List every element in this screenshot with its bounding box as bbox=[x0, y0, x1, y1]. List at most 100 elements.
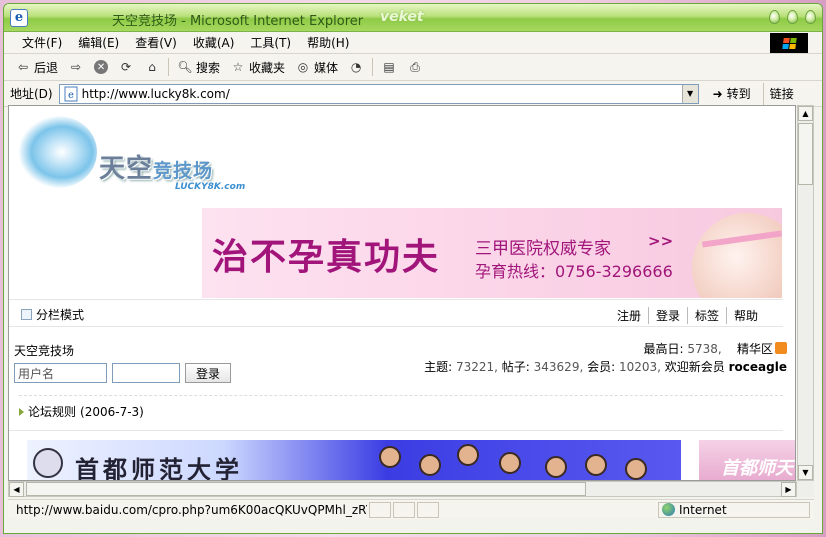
forum-stats: 最高日: 5738, 精华区 主题: 73221, 帖子: 343629, 会员… bbox=[424, 340, 787, 376]
nav-tags-link[interactable]: 标签 bbox=[686, 307, 726, 324]
home-icon: ⌂ bbox=[148, 60, 156, 74]
address-label: 地址(D) bbox=[10, 87, 53, 101]
print-button[interactable]: ⎙ bbox=[402, 56, 428, 78]
search-icon: 🔍︎ bbox=[177, 60, 193, 74]
maximize-button[interactable] bbox=[787, 10, 798, 24]
media-button[interactable]: ◎ 媒体 bbox=[290, 56, 343, 78]
rules-date: (2006-7-3) bbox=[80, 404, 144, 419]
ie-logo-icon[interactable]: e bbox=[10, 8, 28, 27]
menu-edit[interactable]: 编辑(E) bbox=[70, 34, 127, 51]
zone-label: Internet bbox=[679, 502, 727, 517]
status-cell bbox=[369, 501, 391, 518]
address-url: http://www.lucky8k.com/ bbox=[81, 86, 230, 101]
members-value: 10203, bbox=[618, 360, 661, 374]
university-name: 首都师范大学 bbox=[75, 455, 243, 481]
back-label: 后退 bbox=[34, 60, 59, 75]
new-member-link[interactable]: roceagle bbox=[729, 360, 787, 374]
scroll-left-icon[interactable]: ◀ bbox=[9, 482, 24, 497]
digest-link[interactable]: 精华区 bbox=[737, 342, 773, 356]
forward-button[interactable]: ⇨ bbox=[63, 56, 89, 78]
horizontal-scrollbar[interactable]: ◀ ▶ bbox=[8, 481, 797, 497]
split-mode-label: 分栏模式 bbox=[36, 308, 85, 322]
password-input[interactable] bbox=[112, 363, 180, 383]
max-day-label: 最高日: bbox=[643, 342, 684, 356]
login-area: 天空竞技场 登录 bbox=[14, 342, 232, 383]
banner-line1: 三甲医院权威专家 bbox=[475, 239, 611, 259]
favorites-icon: ☆ bbox=[232, 60, 244, 74]
menu-help[interactable]: 帮助(H) bbox=[299, 34, 357, 51]
site-logo[interactable]: 天空竞技场 LUCKY8K.com bbox=[19, 116, 269, 196]
members-label: 会员: bbox=[587, 360, 616, 374]
menu-file[interactable]: 文件(F) bbox=[14, 34, 70, 51]
status-bar: ! http://www.baidu.com/cpro.php?um6K00ac… bbox=[8, 499, 814, 519]
divider bbox=[19, 395, 783, 396]
address-dropdown-icon[interactable]: ▼ bbox=[681, 84, 698, 103]
home-button[interactable]: ⌂ bbox=[139, 56, 165, 78]
toolbar-separator bbox=[372, 58, 374, 76]
nav-login-link[interactable]: 登录 bbox=[647, 307, 687, 324]
status-cell bbox=[417, 501, 439, 518]
divider bbox=[9, 430, 783, 431]
stop-button[interactable]: ✕ bbox=[89, 56, 113, 78]
links-label: 链接 bbox=[769, 87, 794, 101]
rss-icon[interactable] bbox=[775, 342, 787, 354]
scroll-up-icon[interactable]: ▲ bbox=[798, 106, 813, 121]
address-input[interactable]: e http://www.lucky8k.com/ ▼ bbox=[58, 83, 699, 104]
go-button[interactable]: ➜ 转到 bbox=[707, 83, 757, 105]
theme-watermark: veket bbox=[380, 9, 424, 25]
internet-globe-icon bbox=[662, 503, 675, 516]
split-mode-toggle[interactable]: 分栏模式 bbox=[21, 306, 84, 323]
search-button[interactable]: 🔍︎ 搜索 bbox=[172, 56, 225, 78]
vertical-scrollbar[interactable]: ▲ ▼ bbox=[797, 105, 814, 481]
links-button[interactable]: 链接 bbox=[762, 82, 794, 105]
stats-line2: 主题: 73221, 帖子: 343629, 会员: 10203, 欢迎新会员 … bbox=[424, 358, 787, 376]
forward-arrow-icon: ⇨ bbox=[70, 60, 82, 74]
media-icon: ◎ bbox=[297, 60, 309, 74]
login-button[interactable]: 登录 bbox=[185, 363, 232, 383]
topics-label: 主题: bbox=[424, 360, 453, 374]
menu-view[interactable]: 查看(V) bbox=[127, 34, 185, 51]
refresh-button[interactable]: ⟳ bbox=[113, 56, 139, 78]
banner-line2: 孕育热线：0756-3296666 bbox=[475, 262, 673, 281]
bullet-triangle-icon bbox=[19, 407, 24, 416]
history-icon: ◔ bbox=[350, 60, 362, 74]
security-zone[interactable]: Internet bbox=[658, 501, 810, 518]
side-promo[interactable]: 首都师天 bbox=[699, 440, 795, 480]
windows-flag-icon bbox=[770, 33, 808, 53]
status-cell bbox=[393, 501, 415, 518]
window-title: 天空竞技场 - Microsoft Internet Explorer bbox=[112, 14, 364, 29]
close-button[interactable] bbox=[805, 10, 816, 24]
minimize-button[interactable] bbox=[769, 10, 780, 24]
rules-link[interactable]: 论坛规则 bbox=[28, 403, 76, 420]
scroll-down-icon[interactable]: ▼ bbox=[798, 465, 813, 480]
menu-favorites[interactable]: 收藏(A) bbox=[185, 34, 243, 51]
horizontal-scroll-thumb[interactable] bbox=[26, 482, 586, 496]
vertical-scroll-thumb[interactable] bbox=[798, 123, 813, 185]
title-bar[interactable]: e 天空竞技场 - Microsoft Internet Explorer ve… bbox=[4, 4, 822, 32]
history-button[interactable]: ◔ bbox=[343, 56, 369, 78]
address-bar: 地址(D) e http://www.lucky8k.com/ ▼ ➜ 转到 链… bbox=[4, 81, 822, 107]
back-button[interactable]: ⇦ 后退 bbox=[10, 56, 63, 78]
nav-register-link[interactable]: 注册 bbox=[610, 307, 648, 324]
split-mode-checkbox[interactable] bbox=[21, 309, 32, 320]
banner-photo-people bbox=[339, 440, 679, 480]
window-controls bbox=[769, 10, 816, 24]
posts-value: 343629, bbox=[533, 360, 584, 374]
go-label: 转到 bbox=[726, 87, 751, 101]
favorites-button[interactable]: ☆ 收藏夹 bbox=[225, 56, 290, 78]
page-content: 天空竞技场 LUCKY8K.com 治不孕真功夫 三甲医院权威专家 >> 孕育热… bbox=[8, 105, 796, 481]
edit-page-button[interactable]: ▤ bbox=[376, 56, 402, 78]
menu-tools[interactable]: 工具(T) bbox=[242, 34, 299, 51]
status-url: http://www.baidu.com/cpro.php?um6K00acQK… bbox=[16, 502, 367, 517]
status-message: ! http://www.baidu.com/cpro.php?um6K00ac… bbox=[12, 503, 367, 517]
posts-label: 帖子: bbox=[501, 360, 530, 374]
media-label: 媒体 bbox=[314, 60, 339, 75]
logo-swirl-icon bbox=[19, 116, 97, 188]
scroll-right-icon[interactable]: ▶ bbox=[781, 482, 796, 497]
username-input[interactable] bbox=[14, 363, 107, 383]
welcome-label: 欢迎新会员 bbox=[664, 360, 725, 374]
max-day-value: 5738, bbox=[687, 342, 722, 356]
banner-headline: 治不孕真功夫 bbox=[212, 237, 441, 278]
ad-banner[interactable]: 治不孕真功夫 三甲医院权威专家 >> 孕育热线：0756-3296666 bbox=[202, 208, 782, 298]
nav-help-link[interactable]: 帮助 bbox=[725, 307, 765, 324]
